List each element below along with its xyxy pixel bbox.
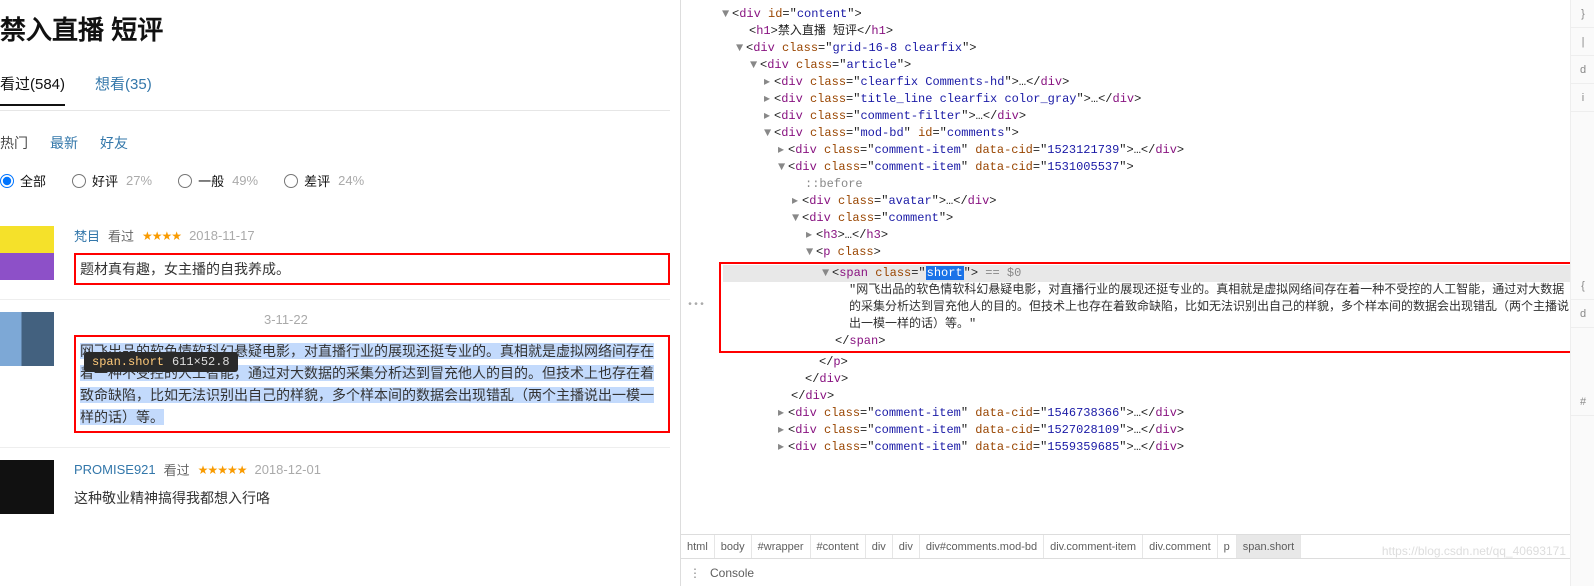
highlighted-node-box: ▼<span class="short"> == $0 "网飞出品的软色情软科幻… <box>719 262 1582 353</box>
filter-all[interactable]: 全部 <box>0 171 46 190</box>
subtab-new[interactable]: 最新 <box>50 133 78 153</box>
radio-neg[interactable] <box>284 174 298 188</box>
console-label[interactable]: Console <box>710 566 754 580</box>
side-icon[interactable]: d <box>1571 300 1594 328</box>
username[interactable]: PROMISE921 <box>74 462 156 477</box>
caret-icon[interactable]: ▼ <box>750 57 760 74</box>
tab-wantwatch[interactable]: 想看(35) <box>95 67 152 106</box>
side-icon[interactable]: # <box>1571 388 1594 416</box>
watch-action: 看过 <box>164 460 190 479</box>
comment-date: 3-11-22 <box>264 312 308 327</box>
watermark: https://blog.csdn.net/qq_40693171 <box>1382 544 1566 558</box>
caret-icon[interactable]: ▸ <box>764 91 774 108</box>
caret-icon[interactable]: ▼ <box>778 159 788 176</box>
kebab-icon[interactable]: ⋮ <box>689 566 702 580</box>
caret-icon[interactable]: ▸ <box>764 74 774 91</box>
crumb[interactable]: body <box>715 535 752 559</box>
comment-text: 网飞出品的软色情软科幻悬疑电影，对直播行业的展现还挺专业的。真相就是虚拟网络间存… <box>74 335 670 433</box>
filter-neutral[interactable]: 一般49% <box>178 171 258 190</box>
side-icon[interactable]: } <box>1571 0 1594 28</box>
crumb[interactable]: #content <box>811 535 866 559</box>
avatar[interactable] <box>0 460 54 514</box>
crumb[interactable]: #wrapper <box>752 535 811 559</box>
username[interactable]: 梵目 <box>74 226 100 245</box>
tab-watched[interactable]: 看过(584) <box>0 67 65 106</box>
caret-icon[interactable]: ▸ <box>764 108 774 125</box>
comment-item: 3-11-22 网飞出品的软色情软科幻悬疑电影，对直播行业的展现还挺专业的。真相… <box>0 300 670 448</box>
side-icon[interactable]: { <box>1571 272 1594 300</box>
caret-icon[interactable]: ▸ <box>778 142 788 159</box>
selected-node[interactable]: ▼<span class="short"> == $0 <box>723 265 1578 282</box>
subtab-friend[interactable]: 好友 <box>100 133 128 153</box>
caret-icon[interactable]: ▼ <box>722 6 732 23</box>
star-rating: ★★★★ <box>142 229 181 243</box>
main-tabs: 看过(584) 想看(35) <box>0 67 670 111</box>
comment-text: 这种敬业精神搞得我都想入行咯 <box>74 487 670 509</box>
side-icon[interactable]: d <box>1571 56 1594 84</box>
page-title: 禁入直播 短评 <box>0 10 670 47</box>
avatar[interactable] <box>0 312 54 366</box>
webpage-pane: 禁入直播 短评 看过(584) 想看(35) 热门 最新 好友 全部 好评27%… <box>0 0 680 586</box>
caret-icon[interactable]: ▸ <box>792 193 802 210</box>
crumb[interactable]: div.comment <box>1143 535 1218 559</box>
comment-date: 2018-12-01 <box>254 462 321 477</box>
sort-tabs: 热门 最新 好友 <box>0 133 670 153</box>
console-drawer[interactable]: ⋮ Console <box>681 558 1594 586</box>
element-tooltip: span.short 611×52.8 <box>84 352 238 372</box>
radio-mid[interactable] <box>178 174 192 188</box>
elements-tree[interactable]: ▼<div id="content"> <h1>禁入直播 短评</h1> ▼<d… <box>681 0 1594 534</box>
filter-negative[interactable]: 差评24% <box>284 171 364 190</box>
radio-pos[interactable] <box>72 174 86 188</box>
gutter-dots[interactable]: ••• <box>681 300 705 311</box>
comment-item: 梵目 看过 ★★★★ 2018-11-17 题材真有趣，女主播的自我养成。 <box>0 214 670 300</box>
crumb[interactable]: div <box>893 535 920 559</box>
caret-icon[interactable]: ▼ <box>822 265 832 282</box>
comment-text: 题材真有趣，女主播的自我养成。 <box>74 253 670 285</box>
caret-icon[interactable]: ▸ <box>778 405 788 422</box>
caret-icon[interactable]: ▸ <box>806 227 816 244</box>
crumb[interactable]: p <box>1218 535 1237 559</box>
caret-icon[interactable]: ▸ <box>778 439 788 456</box>
crumb[interactable]: html <box>681 535 715 559</box>
caret-icon[interactable]: ▼ <box>736 40 746 57</box>
crumb[interactable]: div <box>866 535 893 559</box>
node-text: "网飞出品的软色情软科幻悬疑电影，对直播行业的展现还挺专业的。真相就是虚拟网络间… <box>723 282 1578 333</box>
caret-icon[interactable]: ▼ <box>806 244 816 261</box>
tooltip-selector: span.short <box>92 355 164 369</box>
side-icon[interactable]: | <box>1571 28 1594 56</box>
caret-icon[interactable]: ▼ <box>764 125 774 142</box>
caret-icon[interactable]: ▼ <box>792 210 802 227</box>
rating-filters: 全部 好评27% 一般49% 差评24% <box>0 171 670 190</box>
crumb[interactable]: div.comment-item <box>1044 535 1143 559</box>
radio-all[interactable] <box>0 174 14 188</box>
star-rating: ★★★★★ <box>198 463 247 477</box>
crumb[interactable]: div#comments.mod-bd <box>920 535 1044 559</box>
avatar[interactable] <box>0 226 54 280</box>
devtools-pane: ••• ▼<div id="content"> <h1>禁入直播 短评</h1>… <box>680 0 1594 586</box>
subtab-hot[interactable]: 热门 <box>0 133 28 153</box>
tooltip-dims: 611×52.8 <box>172 355 230 369</box>
watch-action: 看过 <box>108 226 134 245</box>
comment-date: 2018-11-17 <box>189 228 255 243</box>
caret-icon[interactable]: ▸ <box>778 422 788 439</box>
filter-positive[interactable]: 好评27% <box>72 171 152 190</box>
comment-item: PROMISE921 看过 ★★★★★ 2018-12-01 这种敬业精神搞得我… <box>0 448 670 528</box>
devtools-side-icons: } | d i { d # <box>1570 0 1594 586</box>
side-icon[interactable]: i <box>1571 84 1594 112</box>
crumb-selected[interactable]: span.short <box>1237 535 1301 559</box>
